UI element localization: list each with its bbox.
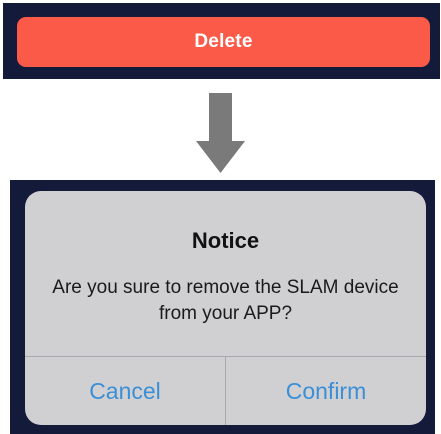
arrow-down-icon: [196, 93, 245, 173]
dialog-message: Are you sure to remove the SLAM device f…: [52, 277, 399, 324]
delete-panel: Delete: [3, 3, 440, 79]
confirm-button[interactable]: Confirm: [226, 357, 426, 425]
notice-dialog: Notice Are you sure to remove the SLAM d…: [25, 191, 426, 425]
dialog-title: Notice: [191, 228, 260, 253]
delete-button[interactable]: Delete: [17, 17, 430, 67]
stage: Delete Notice Are you sure to remove the…: [0, 0, 441, 434]
dialog-panel: Notice Are you sure to remove the SLAM d…: [10, 180, 435, 434]
cancel-button[interactable]: Cancel: [25, 357, 225, 425]
